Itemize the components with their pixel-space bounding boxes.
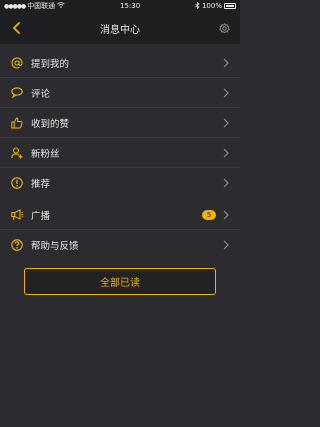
chevron-right-icon xyxy=(221,117,231,129)
list-item-mentions[interactable]: 提到我的 xyxy=(0,48,240,78)
nav-bar: 消息中心 xyxy=(0,12,240,44)
list-item-likes[interactable]: 收到的赞 xyxy=(0,108,240,138)
gear-icon xyxy=(218,22,230,33)
chevron-right-icon xyxy=(221,239,231,251)
mark-all-read-button[interactable]: 全部已读 xyxy=(24,268,216,295)
question-circle-icon xyxy=(10,238,24,252)
unread-badge: 5 xyxy=(202,209,216,220)
add-user-icon xyxy=(10,146,24,160)
signal-icon: ●●●●● xyxy=(4,2,26,10)
chevron-right-icon xyxy=(221,147,231,159)
other-list: 广播 5 帮助与反馈 xyxy=(0,200,240,260)
wifi-icon xyxy=(57,2,65,10)
chevron-left-icon xyxy=(13,22,20,34)
status-right: 100% xyxy=(195,1,236,11)
chevron-right-icon xyxy=(221,87,231,99)
battery-percent: 100% xyxy=(201,2,222,10)
list-item-broadcast[interactable]: 广播 5 xyxy=(0,200,240,230)
message-list: 提到我的 评论 收到的赞 新粉丝 推荐 xyxy=(0,48,240,198)
megaphone-icon xyxy=(10,208,24,222)
list-item-label: 收到的赞 xyxy=(31,118,70,130)
bluetooth-icon xyxy=(195,1,200,11)
chevron-right-icon xyxy=(221,209,231,221)
status-left: ●●●●● 中国联通 xyxy=(4,1,65,11)
list-item-label: 推荐 xyxy=(31,179,51,190)
list-item-label: 广播 xyxy=(31,210,51,222)
chevron-right-icon xyxy=(221,177,231,189)
list-item-new-followers[interactable]: 新粉丝 xyxy=(0,138,240,168)
list-item-recommend[interactable]: 推荐 xyxy=(0,168,240,198)
back-button[interactable] xyxy=(9,20,25,36)
exclamation-circle-icon xyxy=(10,176,24,190)
battery-icon xyxy=(223,3,236,9)
comment-bubble-icon xyxy=(10,86,24,100)
carrier-label: 中国联通 xyxy=(27,2,56,10)
list-item-label: 帮助与反馈 xyxy=(31,241,79,252)
status-bar: ●●●●● 中国联通 15:30 100% xyxy=(0,0,240,12)
settings-button[interactable] xyxy=(216,20,232,36)
page-title: 消息中心 xyxy=(100,24,140,36)
thumbs-up-icon xyxy=(10,116,24,130)
chevron-right-icon xyxy=(221,57,231,69)
list-item-label: 评论 xyxy=(31,88,51,100)
list-item-help-feedback[interactable]: 帮助与反馈 xyxy=(0,230,240,260)
status-time: 15:30 xyxy=(119,2,141,10)
list-item-label: 提到我的 xyxy=(31,58,70,70)
list-item-comments[interactable]: 评论 xyxy=(0,78,240,108)
list-item-label: 新粉丝 xyxy=(31,148,60,160)
at-icon xyxy=(10,56,24,70)
